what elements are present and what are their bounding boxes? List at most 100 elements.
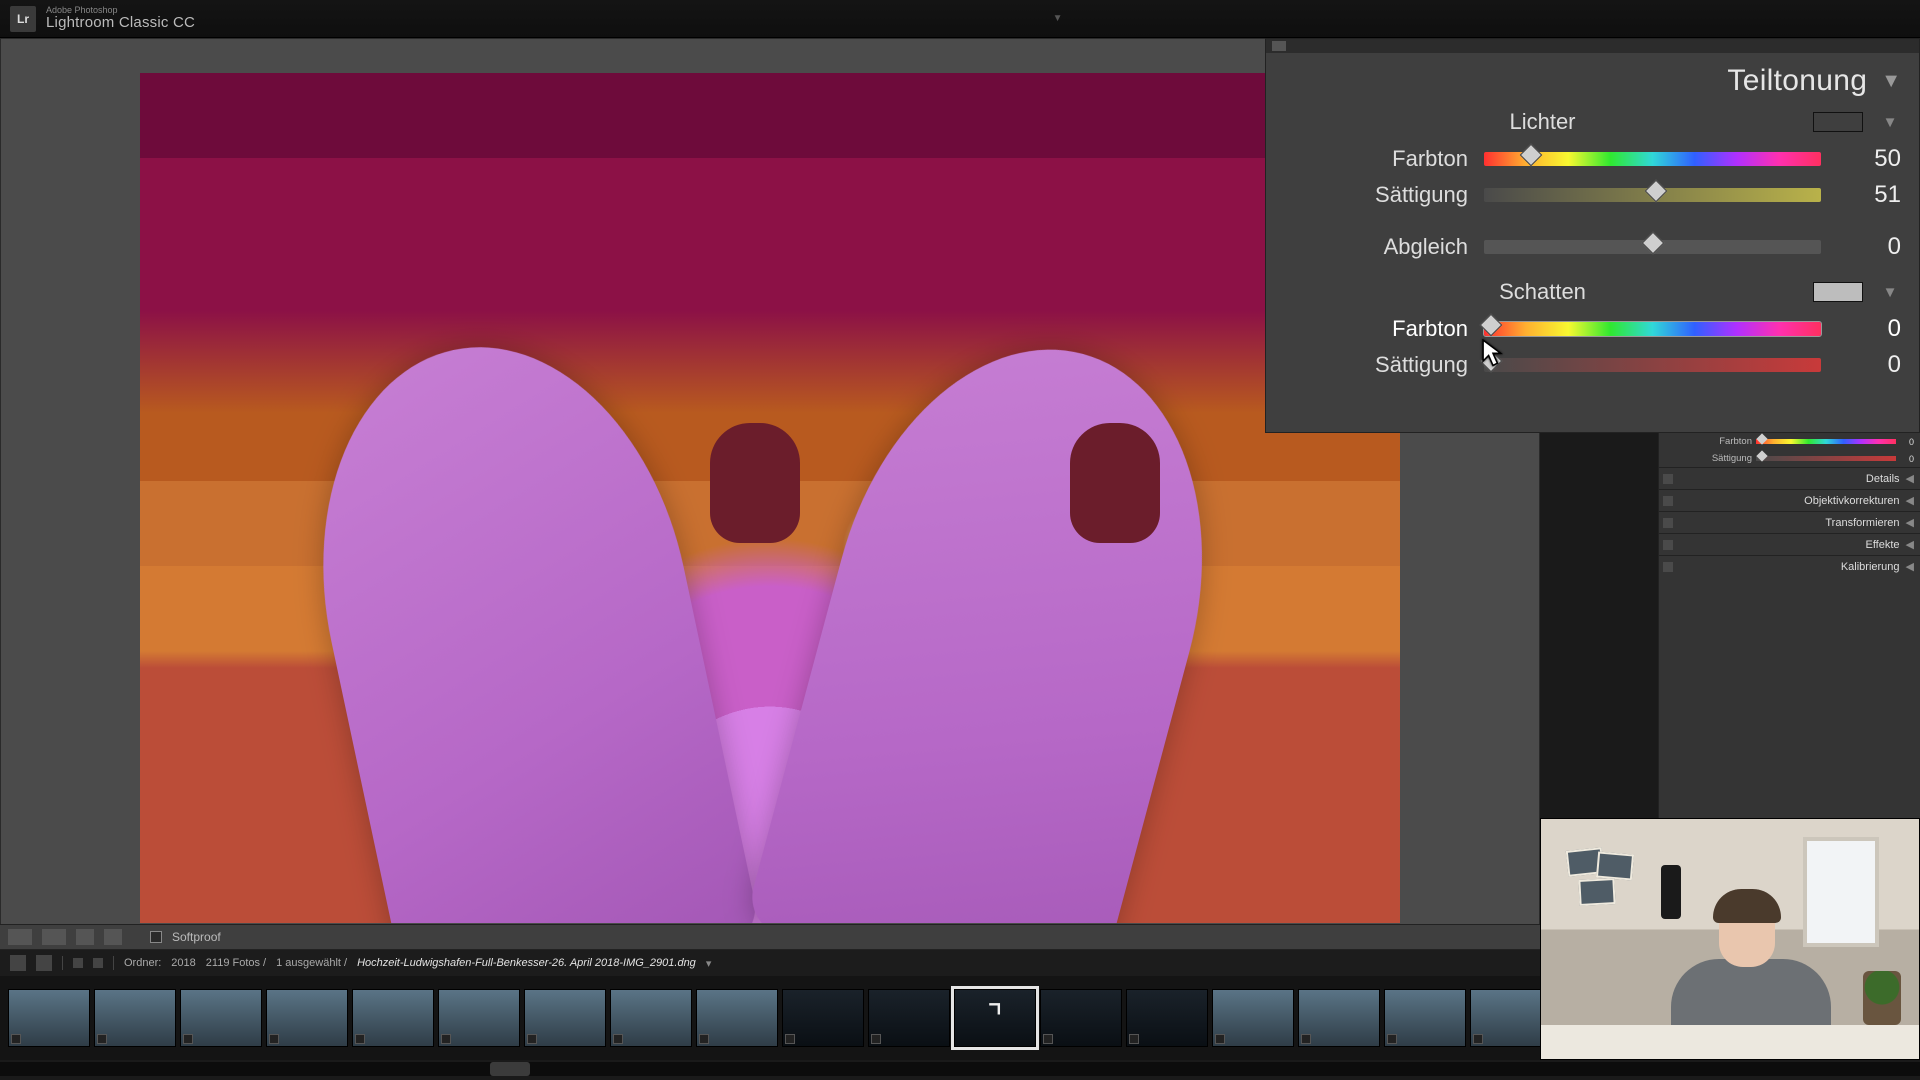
shadows-sat-row: Sättigung 0 [1288, 347, 1901, 383]
shadows-sat-label: Sättigung [1288, 352, 1468, 378]
shadows-swatch[interactable] [1813, 282, 1863, 302]
survey-button[interactable] [104, 929, 122, 945]
highlights-hue-label: Farbton [1288, 146, 1468, 172]
panel-switch-icon[interactable] [1663, 474, 1673, 484]
small-hue-label: Farbton [1665, 436, 1752, 447]
view-toolbar: Softproof [0, 924, 1540, 950]
thumbnail[interactable] [1298, 989, 1380, 1047]
preview-image [140, 73, 1400, 923]
small-sat-label: Sättigung [1665, 453, 1752, 464]
thumbnail[interactable] [696, 989, 778, 1047]
small-hue-slider[interactable] [1756, 439, 1896, 444]
thumbnail[interactable] [524, 989, 606, 1047]
titlebar-collapse[interactable]: ▼ [205, 13, 1910, 24]
shadows-hue-row: Farbton 0 [1288, 311, 1901, 347]
highlights-sat-value[interactable]: 51 [1837, 181, 1901, 209]
main-area: Teiltonung ▼ Lichter ▼ Farbton 50 Sättig… [0, 38, 1920, 1080]
app-logo: Lr [10, 6, 36, 32]
balance-row: Abgleich 0 [1288, 229, 1901, 265]
highlights-hue-value[interactable]: 50 [1837, 145, 1901, 173]
shadows-hue-label: Farbton [1288, 316, 1468, 342]
thumbnail[interactable] [266, 989, 348, 1047]
thumbnail[interactable] [438, 989, 520, 1047]
thumbnail[interactable] [610, 989, 692, 1047]
panel-effects[interactable]: Effekte◀ [1659, 533, 1920, 555]
shadows-label: Schatten [1288, 279, 1797, 305]
small-hue-value[interactable]: 0 [1900, 437, 1914, 447]
grid-button[interactable] [36, 955, 52, 971]
highlights-header: Lichter ▼ [1288, 109, 1901, 135]
balance-label: Abgleich [1288, 234, 1468, 260]
thumbnail[interactable] [1126, 989, 1208, 1047]
panel-calibration[interactable]: Kalibrierung◀ [1659, 555, 1920, 577]
chevron-left-icon: ◀ [1906, 560, 1914, 573]
loupe-view-button[interactable] [8, 929, 32, 945]
balance-value[interactable]: 0 [1837, 233, 1901, 261]
thumbnail[interactable] [782, 989, 864, 1047]
chevron-left-icon: ◀ [1906, 516, 1914, 529]
panel-top-strip [1266, 39, 1919, 53]
thumbnail[interactable] [8, 989, 90, 1047]
panel-title: Teiltonung [1727, 64, 1867, 98]
highlights-hue-slider[interactable] [1484, 152, 1821, 166]
small-sat-row: Sättigung 0 [1659, 450, 1920, 467]
shadows-hue-value[interactable]: 0 [1837, 315, 1901, 343]
panel-lens-corrections[interactable]: Objektivkorrekturen◀ [1659, 489, 1920, 511]
nav-prev-button[interactable] [73, 958, 83, 968]
current-filename[interactable]: Hochzeit-Ludwigshafen-Full-Benkesser-26.… [357, 957, 696, 969]
app-title-block: Adobe Photoshop Lightroom Classic CC [46, 6, 195, 32]
thumbnail[interactable] [1384, 989, 1466, 1047]
filename-dropdown-icon[interactable]: ▾ [706, 957, 712, 970]
app-title: Lightroom Classic CC [46, 15, 195, 32]
softproof-checkbox[interactable] [150, 931, 162, 943]
small-sat-slider[interactable] [1756, 456, 1896, 461]
highlights-label: Lichter [1288, 109, 1797, 135]
chevron-left-icon: ◀ [1906, 494, 1914, 507]
panel-switch-icon[interactable] [1663, 540, 1673, 550]
thumbnail[interactable] [94, 989, 176, 1047]
filmstrip-scroll-thumb[interactable] [490, 1062, 530, 1076]
highlights-sat-label: Sättigung [1288, 182, 1468, 208]
filmstrip-scrollbar[interactable] [0, 1062, 1920, 1076]
split-toning-panel: Teiltonung ▼ Lichter ▼ Farbton 50 Sättig… [1265, 38, 1920, 433]
shadows-hue-slider[interactable] [1484, 322, 1821, 336]
panel-switch-icon[interactable] [1663, 496, 1673, 506]
panel-switch-icon[interactable] [1663, 562, 1673, 572]
panel-switch-icon[interactable] [1663, 518, 1673, 528]
before-after-button[interactable] [42, 929, 66, 945]
thumbnail[interactable] [1212, 989, 1294, 1047]
second-window-button[interactable] [10, 955, 26, 971]
shadows-sat-value[interactable]: 0 [1837, 351, 1901, 379]
panel-transform[interactable]: Transformieren◀ [1659, 511, 1920, 533]
folder-name[interactable]: 2018 [171, 957, 195, 969]
chevron-left-icon: ◀ [1906, 472, 1914, 485]
shadows-sat-slider[interactable] [1484, 358, 1821, 372]
folder-label: Ordner: [124, 957, 161, 969]
small-sat-value[interactable]: 0 [1900, 454, 1914, 464]
photo-count: 2119 Fotos / [206, 957, 266, 969]
highlights-sat-slider[interactable] [1484, 188, 1821, 202]
highlights-dropdown[interactable]: ▼ [1879, 114, 1901, 131]
highlights-swatch[interactable] [1813, 112, 1863, 132]
shadows-dropdown[interactable]: ▼ [1879, 284, 1901, 301]
chevron-left-icon: ◀ [1906, 538, 1914, 551]
thumbnail[interactable] [180, 989, 262, 1047]
selected-count: 1 ausgewählt / [276, 957, 347, 969]
nav-next-button[interactable] [93, 958, 103, 968]
softproof-label: Softproof [172, 930, 221, 944]
balance-slider[interactable] [1484, 240, 1821, 254]
highlights-sat-row: Sättigung 51 [1288, 177, 1901, 213]
thumbnail[interactable] [868, 989, 950, 1047]
compare-button[interactable] [76, 929, 94, 945]
thumbnail[interactable] [1040, 989, 1122, 1047]
panel-switch[interactable] [1272, 41, 1286, 51]
webcam-overlay [1540, 818, 1920, 1060]
titlebar: Lr Adobe Photoshop Lightroom Classic CC … [0, 0, 1920, 38]
highlights-hue-row: Farbton 50 [1288, 141, 1901, 177]
small-hue-row: Farbton 0 [1659, 433, 1920, 450]
thumbnail-selected[interactable]: ⌝ [954, 989, 1036, 1047]
shadows-header: Schatten ▼ [1288, 279, 1901, 305]
panel-collapse-toggle[interactable]: ▼ [1881, 70, 1901, 93]
panel-details[interactable]: Details◀ [1659, 467, 1920, 489]
thumbnail[interactable] [352, 989, 434, 1047]
